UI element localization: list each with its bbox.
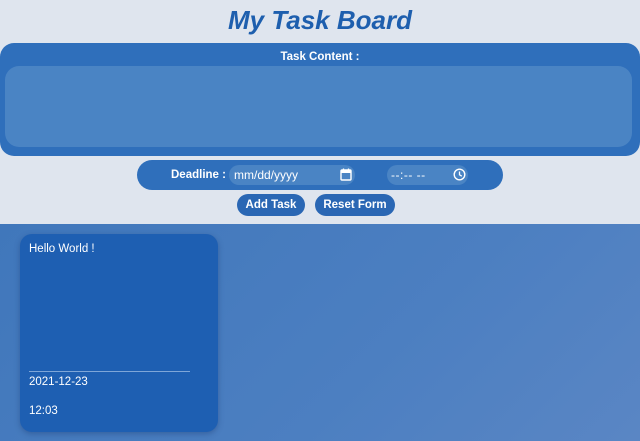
page-title: My Task Board bbox=[228, 5, 412, 35]
calendar-icon[interactable] bbox=[340, 168, 352, 181]
clock-icon[interactable] bbox=[453, 168, 466, 181]
task-note-divider bbox=[29, 371, 190, 372]
deadline-label: Deadline : bbox=[171, 169, 226, 181]
task-content-label: Task Content : bbox=[280, 51, 360, 63]
task-note-time: 12:03 bbox=[29, 405, 58, 417]
task-content-textarea[interactable] bbox=[5, 66, 632, 147]
task-note-date: 2021-12-23 bbox=[29, 376, 88, 388]
task-note-content: Hello World ! bbox=[29, 243, 95, 255]
time-placeholder: --:-- -- bbox=[391, 168, 426, 182]
header: My Task Board Task Content : Deadline : … bbox=[0, 0, 640, 224]
deadline-date-input[interactable]: mm/dd/yyyy bbox=[229, 165, 355, 185]
date-placeholder: mm/dd/yyyy bbox=[234, 168, 299, 182]
task-note[interactable]: Hello World ! 2021-12-23 12:03 bbox=[20, 234, 218, 432]
reset-form-button[interactable]: Reset Form bbox=[315, 194, 395, 216]
deadline-time-input[interactable]: --:-- -- bbox=[387, 165, 468, 185]
add-task-button[interactable]: Add Task bbox=[237, 194, 305, 216]
